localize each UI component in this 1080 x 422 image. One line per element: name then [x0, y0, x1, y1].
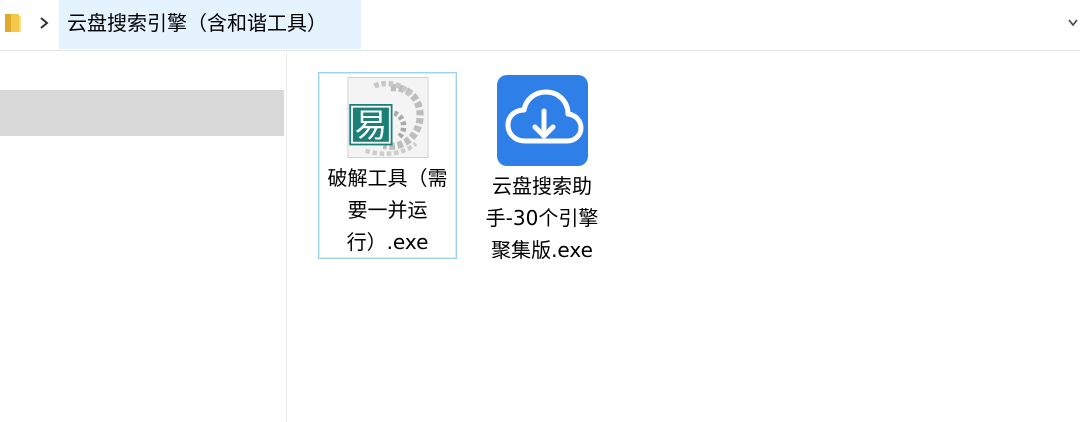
- address-bar[interactable]: 云盘搜索引擎（含和谐工具）: [0, 0, 1080, 51]
- file-item-crack-tool[interactable]: 易 破解工具（需要一并运行）.exe: [318, 72, 457, 259]
- easy-language-app-icon: 易: [347, 77, 428, 158]
- file-name-label: 破解工具（需要一并运行）.exe: [327, 166, 448, 254]
- chevron-down-icon[interactable]: [1066, 16, 1080, 30]
- app-icon-glyph: 易: [354, 106, 386, 144]
- file-name-label: 云盘搜索助手-30个引擎聚集版.exe: [485, 174, 599, 262]
- navigation-pane[interactable]: [0, 52, 287, 422]
- file-list[interactable]: 易 破解工具（需要一并运行）.exe 云盘搜索助手-30个引擎聚集版.exe: [288, 52, 1080, 422]
- folder-icon: [5, 14, 21, 32]
- breadcrumb-current-folder[interactable]: 云盘搜索引擎（含和谐工具）: [59, 0, 361, 49]
- nav-pane-selected-item[interactable]: [0, 90, 284, 136]
- breadcrumb-label: 云盘搜索引擎（含和谐工具）: [67, 11, 327, 35]
- file-item-cloud-search-helper[interactable]: 云盘搜索助手-30个引擎聚集版.exe: [483, 72, 601, 292]
- chevron-right-icon[interactable]: [38, 15, 50, 31]
- cloud-download-icon: [496, 75, 588, 166]
